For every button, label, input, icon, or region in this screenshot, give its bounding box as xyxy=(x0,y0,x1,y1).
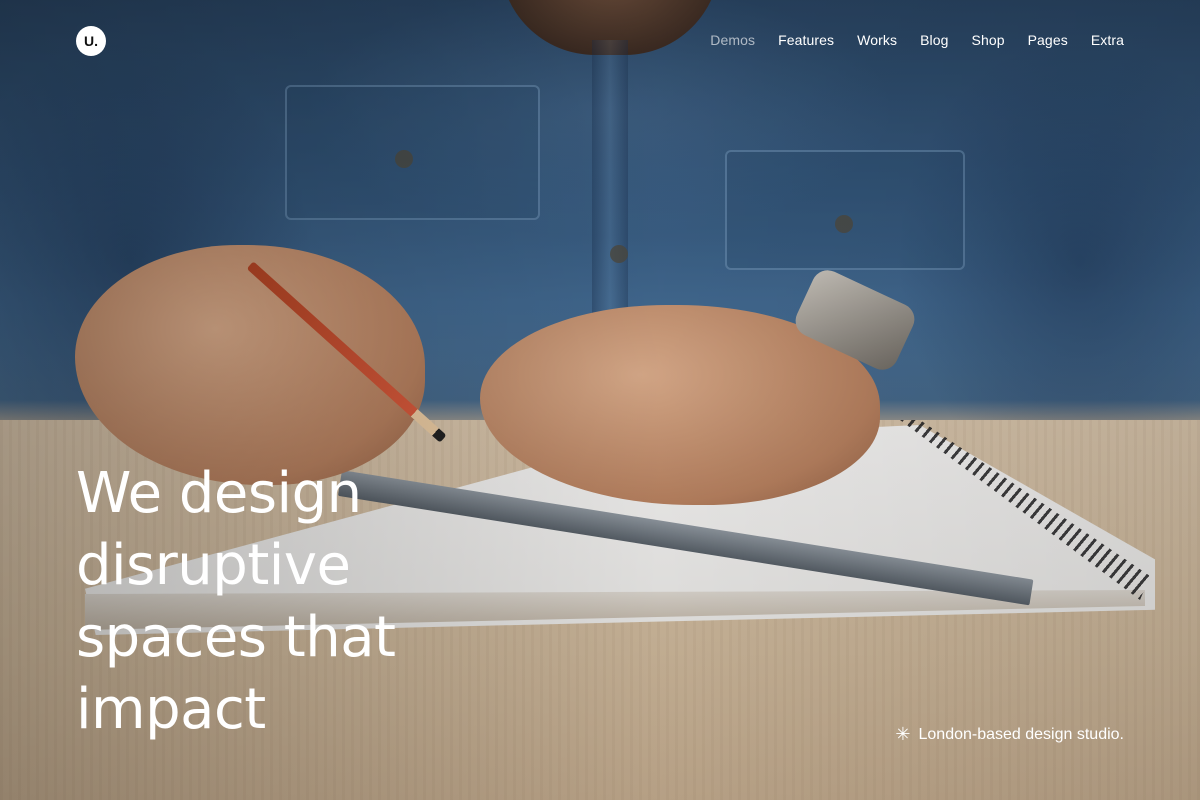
main-nav: Demos Features Works Blog Shop Pages Ext… xyxy=(710,32,1124,48)
hero-section: U. Demos Features Works Blog Shop Pages … xyxy=(0,0,1200,800)
nav-item-shop[interactable]: Shop xyxy=(972,32,1005,48)
headline-line: impact xyxy=(76,677,266,742)
tagline-text: London-based design studio. xyxy=(918,725,1125,743)
nav-item-extra[interactable]: Extra xyxy=(1091,32,1124,48)
asterisk-icon: ✳ xyxy=(895,724,911,744)
headline-line: spaces that xyxy=(76,605,396,670)
brand-logo[interactable]: U. xyxy=(76,26,106,56)
hero-headline: We design disruptive spaces that impact xyxy=(76,458,516,746)
nav-item-features[interactable]: Features xyxy=(778,32,834,48)
nav-item-pages[interactable]: Pages xyxy=(1028,32,1068,48)
headline-line: disruptive xyxy=(76,533,351,598)
hero-tagline: ✳ London-based design studio. xyxy=(895,724,1124,745)
nav-item-demos[interactable]: Demos xyxy=(710,32,755,48)
nav-item-blog[interactable]: Blog xyxy=(920,32,948,48)
nav-item-works[interactable]: Works xyxy=(857,32,897,48)
headline-line: We design xyxy=(76,461,362,526)
